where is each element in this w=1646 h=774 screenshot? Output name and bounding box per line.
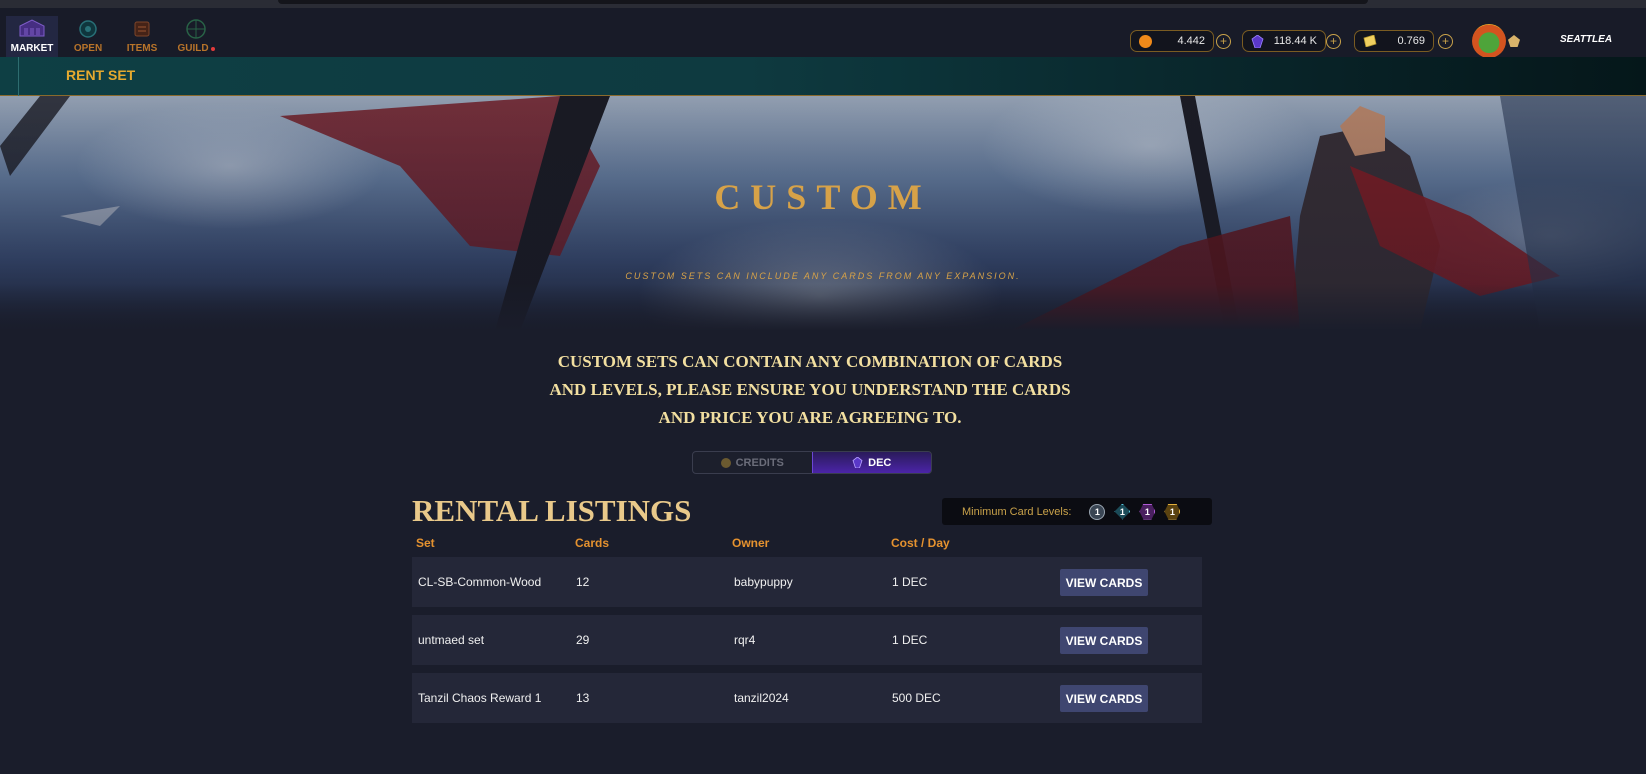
credits-balance: 4.442	[1130, 30, 1214, 52]
column-header-cards: Cards	[575, 536, 610, 550]
section-bar-edge	[18, 57, 19, 96]
username[interactable]: SEATTLEA	[1560, 34, 1612, 45]
column-header-owner: Owner	[732, 536, 770, 550]
column-header-cost: Cost / Day	[891, 536, 950, 550]
row-card-count: 12	[576, 575, 590, 589]
notice-line-2: AND LEVELS, PLEASE ENSURE YOU UNDERSTAND…	[549, 380, 1071, 399]
nav-market-label: MARKET	[10, 43, 54, 54]
toggle-credits[interactable]: CREDITS	[693, 452, 812, 473]
table-row: Tanzil Chaos Reward 1 13 tanzil2024 500 …	[412, 673, 1202, 723]
row-set-name: Tanzil Chaos Reward 1	[418, 691, 542, 705]
table-row: CL-SB-Common-Wood 12 babypuppy 1 DEC VIE…	[412, 557, 1202, 607]
notice-line-1: CUSTOM SETS CAN CONTAIN ANY COMBINATION …	[557, 352, 1063, 371]
row-cost: 1 DEC	[892, 633, 928, 647]
row-cost: 1 DEC	[892, 575, 928, 589]
row-set-name: CL-SB-Common-Wood	[418, 575, 542, 589]
browser-top-strip	[0, 0, 1646, 8]
nav-guild-label-wrap: GUILD	[177, 43, 215, 54]
voucher-balance-value: 0.769	[1397, 35, 1425, 47]
credits-balance-value: 4.442	[1177, 35, 1205, 47]
listings-title: RENTAL LISTINGS	[412, 493, 692, 528]
custom-set-notice: CUSTOM SETS CAN CONTAIN ANY COMBINATION …	[530, 348, 1090, 432]
dec-balance: 118.44 K	[1242, 30, 1326, 52]
row-card-count: 13	[576, 691, 590, 705]
nav-market[interactable]: MARKET	[6, 16, 58, 60]
nav-open-label: OPEN	[73, 43, 103, 54]
browser-top-bar	[278, 0, 1368, 4]
toggle-dec[interactable]: DEC	[811, 452, 931, 473]
table-row: untmaed set 29 rqr4 1 DEC VIEW CARDS	[412, 615, 1202, 665]
voucher-balance: 0.769	[1354, 30, 1434, 52]
notice-line-3: AND PRICE YOU ARE AGREEING TO.	[658, 408, 962, 427]
top-navigation: MARKET OPEN ITEMS GUILD 4.442 + 118.44 K…	[0, 8, 1646, 60]
hero-subtitle: CUSTOM SETS CAN INCLUDE ANY CARDS FROM A…	[625, 271, 1021, 281]
epic-level-badge: 1	[1139, 503, 1156, 520]
hero-banner: CUSTOM CUSTOM SETS CAN INCLUDE ANY CARDS…	[0, 96, 1646, 331]
hero-title: CUSTOM	[714, 177, 932, 217]
row-owner: tanzil2024	[734, 691, 789, 705]
guild-icon	[186, 19, 206, 39]
items-icon	[134, 21, 150, 37]
dec-gem-icon	[852, 457, 863, 468]
view-cards-button[interactable]: VIEW CARDS	[1060, 685, 1148, 712]
row-owner: babypuppy	[734, 575, 793, 589]
row-cost: 500 DEC	[892, 691, 941, 705]
nav-guild[interactable]: GUILD	[170, 16, 222, 60]
nav-items-label: ITEMS	[126, 43, 158, 54]
toggle-credits-label: CREDITS	[735, 456, 784, 469]
add-voucher-button[interactable]: +	[1438, 34, 1453, 49]
view-cards-button[interactable]: VIEW CARDS	[1060, 569, 1148, 596]
row-owner: rqr4	[734, 633, 756, 647]
rank-badge-icon	[1508, 35, 1520, 47]
min-levels-label: Minimum Card Levels:	[962, 505, 1072, 518]
nav-open[interactable]: OPEN	[62, 16, 114, 60]
currency-toggle: CREDITS DEC	[692, 451, 932, 474]
rare-level-badge: 1	[1114, 503, 1131, 520]
toggle-dec-label: DEC	[868, 456, 892, 469]
open-pack-icon	[79, 20, 97, 38]
avatar[interactable]	[1472, 24, 1506, 58]
view-cards-button[interactable]: VIEW CARDS	[1060, 627, 1148, 654]
legendary-level-badge: 1	[1164, 503, 1181, 520]
market-icon	[19, 19, 45, 37]
column-header-set: Set	[416, 536, 435, 550]
minimum-card-levels: Minimum Card Levels: 1 1 1 1	[942, 498, 1212, 525]
dec-balance-value: 118.44 K	[1273, 35, 1317, 47]
add-dec-button[interactable]: +	[1326, 34, 1341, 49]
dec-gem-icon	[1251, 34, 1264, 48]
credits-coin-icon	[1139, 34, 1152, 48]
credits-coin-icon	[720, 457, 731, 468]
common-level-badge: 1	[1089, 503, 1106, 520]
voucher-icon	[1363, 35, 1377, 47]
nav-items[interactable]: ITEMS	[116, 16, 168, 60]
guild-notification-dot	[210, 46, 215, 51]
nav-guild-label: GUILD	[177, 43, 209, 54]
row-set-name: untmaed set	[418, 633, 485, 647]
section-title: RENT SET	[66, 67, 136, 83]
row-card-count: 29	[576, 633, 590, 647]
add-credits-button[interactable]: +	[1216, 34, 1231, 49]
section-bar: RENT SET	[0, 57, 1646, 96]
